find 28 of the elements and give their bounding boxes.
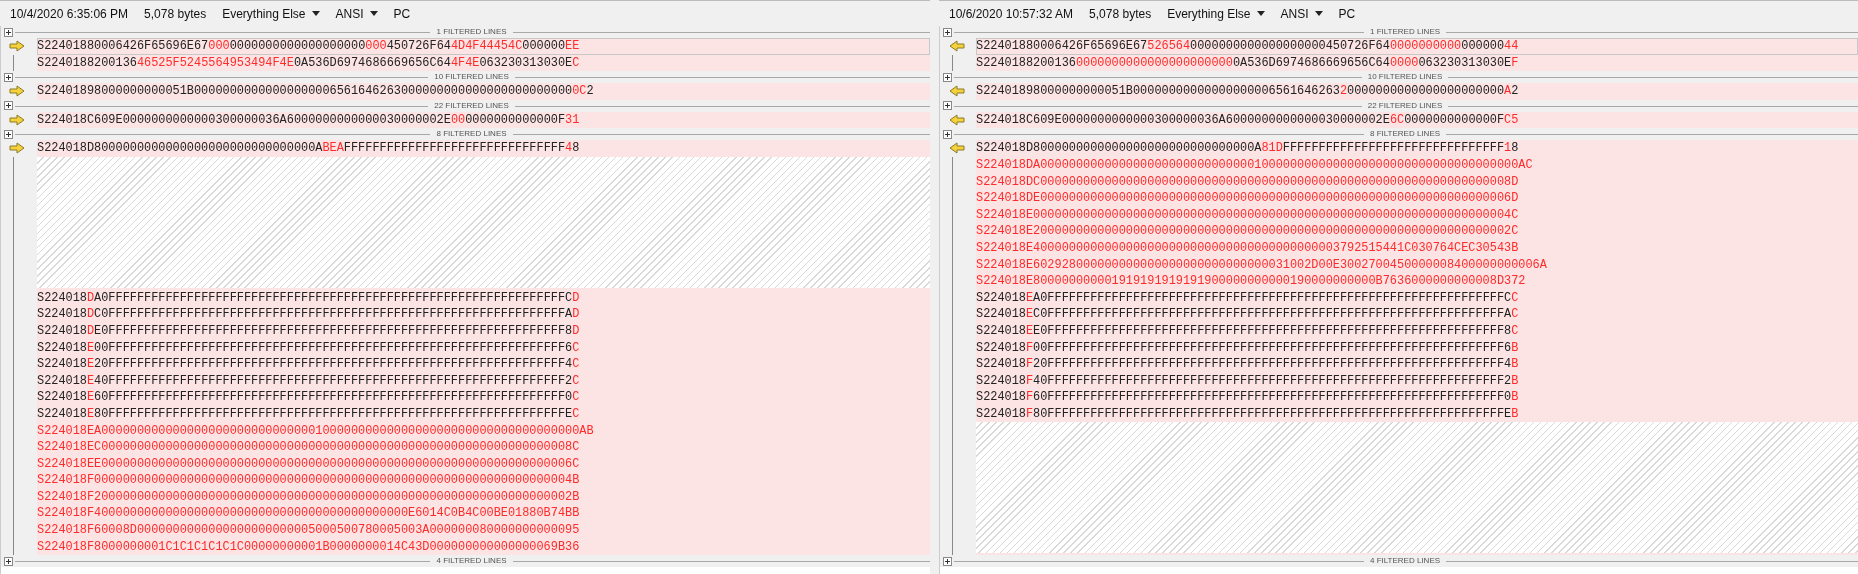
file-size: 5,078 bytes [144, 6, 207, 21]
expand-icon[interactable] [4, 101, 13, 111]
caret-icon [1314, 11, 1323, 16]
expand-icon[interactable] [943, 101, 952, 111]
line-endings-label[interactable]: PC [393, 6, 411, 21]
filtered-lines-label: 22 FILTERED LINES [428, 100, 515, 111]
encoding-dropdown[interactable]: ANSI [1280, 6, 1323, 21]
file-date: 10/4/2020 6:35:06 PM [10, 6, 129, 21]
expand-icon[interactable] [4, 72, 13, 82]
line-endings-label[interactable]: PC [1338, 6, 1356, 21]
expand-icon[interactable] [4, 27, 13, 37]
file-date: 10/6/2020 10:57:32 AM [949, 6, 1074, 21]
expand-icon[interactable] [943, 27, 952, 37]
caret-icon [369, 11, 378, 16]
file-size: 5,078 bytes [1089, 6, 1152, 21]
expand-icon[interactable] [943, 72, 952, 82]
format-dropdown[interactable]: Everything Else [1167, 6, 1265, 21]
encoding-dropdown[interactable]: ANSI [335, 6, 378, 21]
expand-icon[interactable] [943, 556, 952, 566]
caret-icon [311, 11, 320, 16]
format-dropdown[interactable]: Everything Else [222, 6, 320, 21]
caret-icon [1256, 11, 1265, 16]
expand-icon[interactable] [4, 556, 13, 566]
expand-icon[interactable] [4, 129, 13, 139]
filtered-lines-label: 1 FILTERED LINES [1363, 27, 1447, 37]
filtered-lines-label: 22 FILTERED LINES [1361, 100, 1449, 111]
expand-icon[interactable] [943, 129, 952, 139]
filtered-lines-label: 1 FILTERED LINES [430, 27, 513, 37]
